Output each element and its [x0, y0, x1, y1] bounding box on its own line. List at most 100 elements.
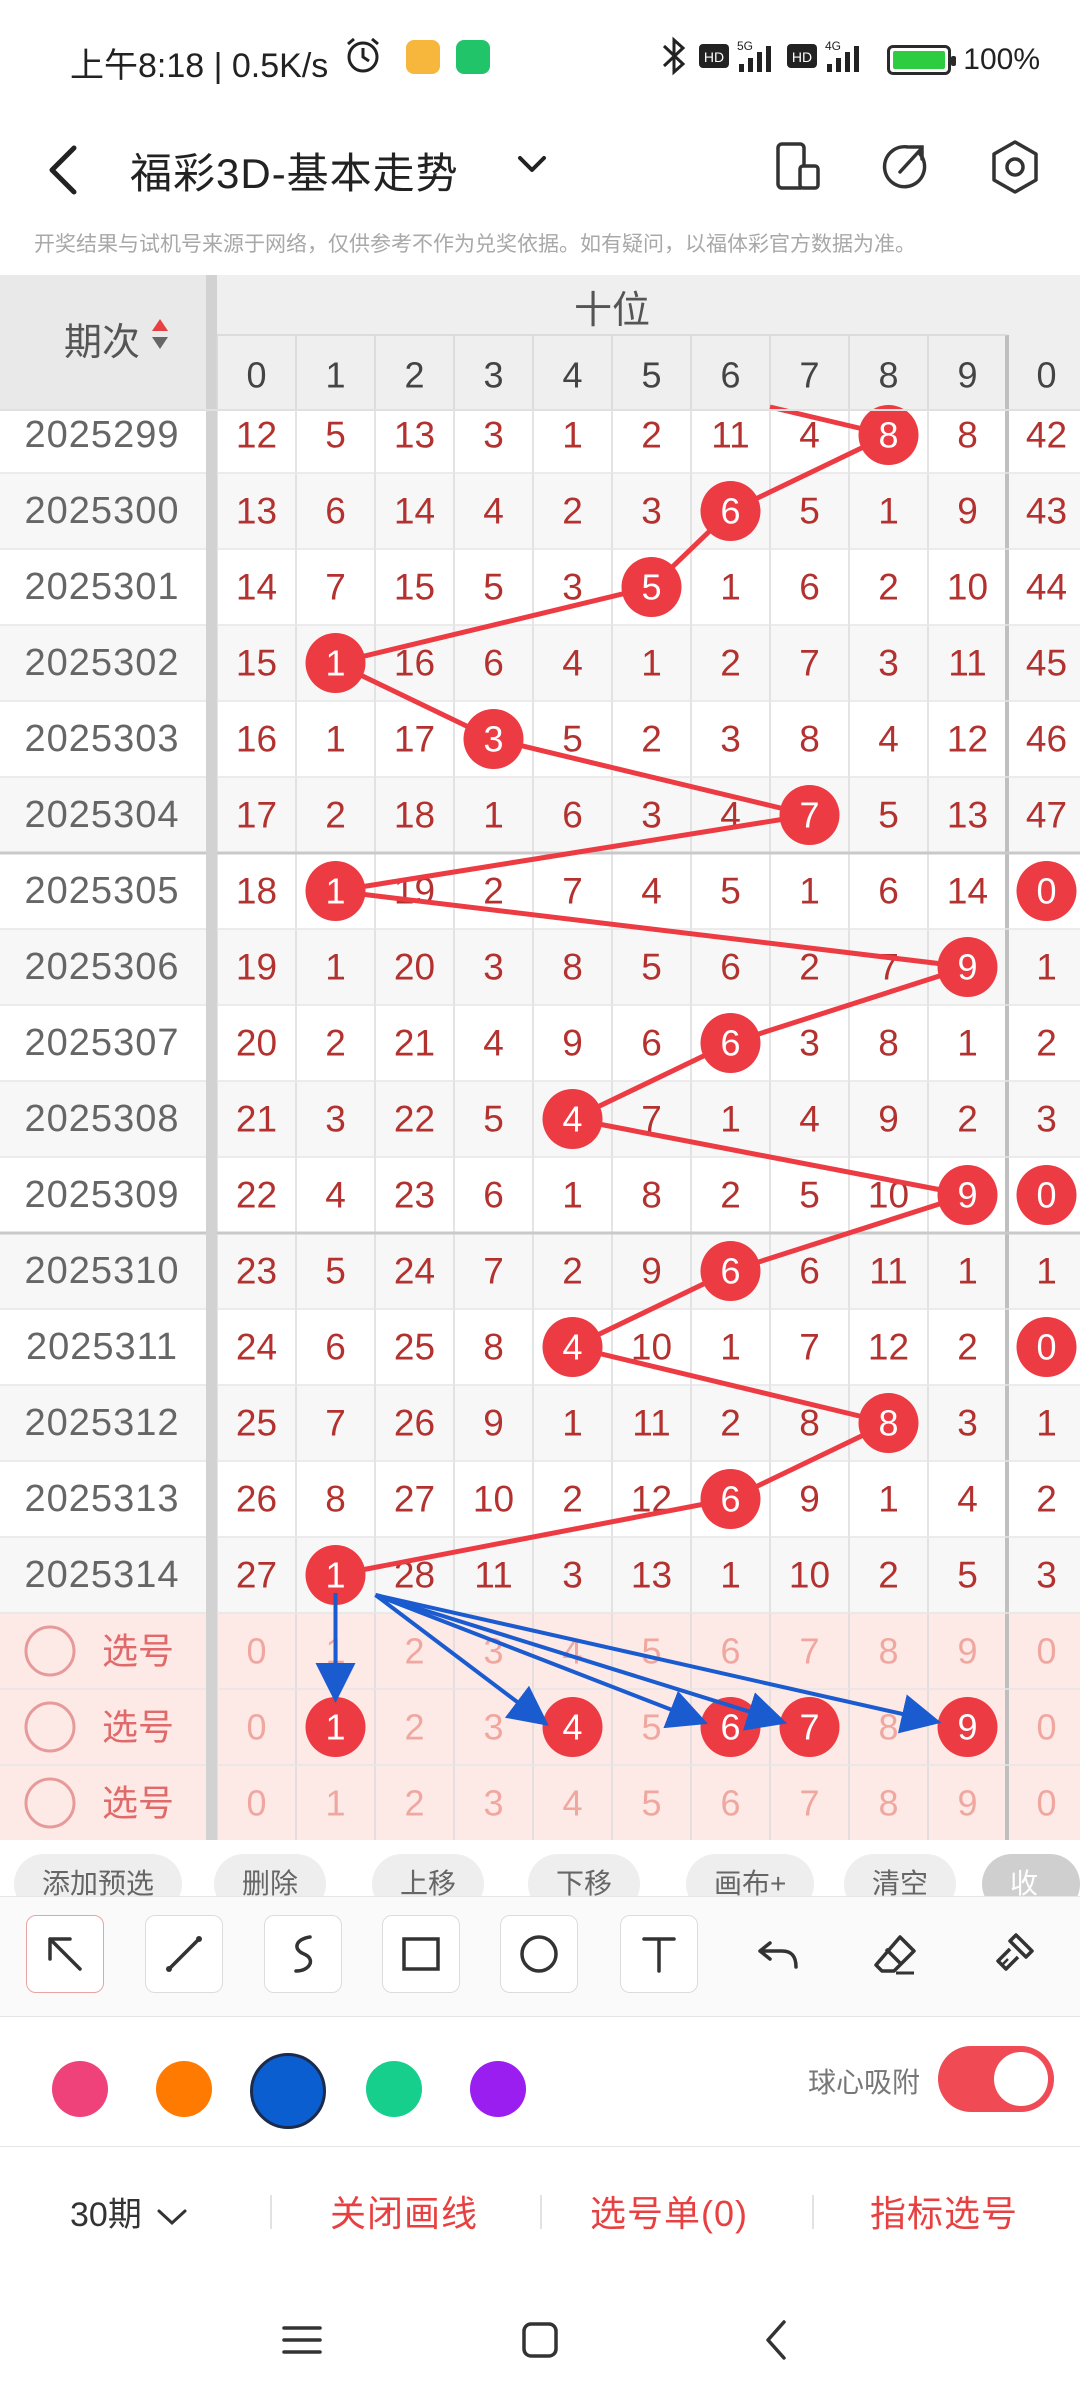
pick-ball[interactable]: 5	[641, 1783, 661, 1824]
pick-ball[interactable]: 1	[325, 1783, 345, 1824]
cell-value: 14	[947, 871, 988, 912]
color-swatch-green[interactable]	[366, 2061, 422, 2117]
freehand-icon[interactable]	[264, 1915, 342, 1993]
menu-icon[interactable]	[272, 2310, 332, 2370]
cell-value: 1	[878, 491, 899, 532]
line-icon[interactable]	[145, 1915, 223, 1993]
pick-ball[interactable]: 7	[799, 1783, 819, 1824]
period-label: 2025299	[25, 414, 180, 456]
chevron-left-icon[interactable]	[40, 142, 90, 198]
pick-ball[interactable]: 2	[404, 1783, 424, 1824]
hit-ball-label: 8	[878, 415, 898, 456]
divider	[812, 2195, 814, 2229]
pick-label[interactable]: 选号	[102, 1707, 174, 1748]
cell-value: 5	[483, 1099, 504, 1140]
cell-value: 1	[641, 643, 662, 684]
pick-ball[interactable]: 0	[246, 1707, 266, 1748]
period-header[interactable]: 期次	[64, 322, 140, 364]
add-preselect-button[interactable]: 添加预选	[14, 1854, 183, 1896]
cell-value: 4	[483, 1023, 504, 1064]
delete-button[interactable]: 删除	[214, 1854, 327, 1896]
pick-ball[interactable]: 5	[641, 1631, 661, 1672]
cell-value: 20	[236, 1023, 277, 1064]
move-up-button[interactable]: 上移	[372, 1854, 485, 1896]
cell-value: 19	[236, 947, 277, 988]
color-swatch-purple[interactable]	[470, 2061, 526, 2117]
cell-value: 11	[474, 1555, 512, 1596]
pick-ball[interactable]: 6	[720, 1631, 740, 1672]
pick-ball[interactable]: 7	[799, 1631, 819, 1672]
page-title[interactable]: 福彩3D-基本走势	[130, 140, 459, 201]
home-icon[interactable]	[510, 2310, 570, 2370]
pick-ball[interactable]: 0	[1036, 1783, 1056, 1824]
collapse-button[interactable]: 收起	[982, 1854, 1080, 1896]
pick-ball[interactable]: 2	[404, 1707, 424, 1748]
trend-grid[interactable]: 十位 0 1 2 3 4 5 6 7 8 9 0 期次 2025299 12 5 13 3 1 2 11 4 8 42 2025…	[0, 275, 1080, 1840]
cell-value: 9	[562, 1023, 583, 1064]
cell-value: 5	[957, 1555, 978, 1596]
device-switch-icon[interactable]	[762, 132, 832, 202]
cell-value: 2	[483, 871, 504, 912]
period-label: 2025306	[25, 946, 180, 988]
close-lines-button[interactable]: 关闭画线	[330, 2185, 478, 2237]
toggle-knob	[994, 2052, 1048, 2106]
pick-ball[interactable]: 4	[562, 1783, 582, 1824]
quick-action-bar: 添加预选 删除 上移 下移 画布+ 清空 收起	[0, 1840, 1080, 1896]
pick-ball[interactable]: 8	[878, 1783, 898, 1824]
pick-ball[interactable]: 9	[957, 1783, 977, 1824]
cell-value: 1	[1036, 1251, 1057, 1292]
eraser-icon[interactable]	[856, 1915, 934, 1993]
divider	[540, 2195, 542, 2229]
pick-ball[interactable]: 5	[641, 1707, 661, 1748]
period-label: 2025302	[25, 642, 180, 684]
pick-ball[interactable]: 3	[483, 1707, 503, 1748]
pick-ball[interactable]: 9	[957, 1631, 977, 1672]
canvas-plus-button[interactable]: 画布+	[686, 1854, 815, 1896]
share-icon[interactable]	[870, 132, 940, 202]
cell-value: 2	[720, 1175, 741, 1216]
color-swatch-orange[interactable]	[156, 2061, 212, 2117]
snap-toggle[interactable]	[938, 2046, 1054, 2112]
pick-label[interactable]: 选号	[102, 1631, 174, 1672]
cell-value: 4	[562, 643, 583, 684]
cell-value: 23	[394, 1175, 435, 1216]
pick-ball[interactable]: 2	[404, 1631, 424, 1672]
pick-ball[interactable]: 0	[1036, 1707, 1056, 1748]
cell-value: 26	[236, 1479, 277, 1520]
cell-value: 5	[325, 1251, 346, 1292]
pick-ball[interactable]: 6	[720, 1783, 740, 1824]
chevron-down-icon[interactable]	[514, 142, 550, 186]
cell-value: 1	[720, 1555, 741, 1596]
pick-label[interactable]: 选号	[102, 1783, 174, 1824]
rectangle-icon[interactable]	[382, 1915, 460, 1993]
select-arrow-icon[interactable]	[26, 1915, 104, 1993]
pick-ball[interactable]: 3	[483, 1783, 503, 1824]
cell-value: 7	[325, 567, 346, 608]
pick-ball[interactable]: 0	[1036, 1631, 1056, 1672]
circle-icon[interactable]	[500, 1915, 578, 1993]
pick-list-button[interactable]: 选号单(0)	[590, 2185, 748, 2237]
text-icon[interactable]	[620, 1915, 698, 1993]
pick-ball[interactable]: 0	[246, 1783, 266, 1824]
color-swatch-pink[interactable]	[52, 2061, 108, 2117]
cell-value: 9	[483, 1403, 504, 1444]
color-swatch-blue[interactable]	[250, 2053, 326, 2129]
trend-grid-canvas[interactable]: 十位0 1 2 3 4 5 6 7 8 9 0期次2025299 12 5 13 3 1 2 11 4 8 422025…	[0, 275, 1080, 1840]
pick-ball[interactable]: 0	[246, 1631, 266, 1672]
undo-icon[interactable]	[738, 1915, 816, 1993]
cell-value: 5	[325, 415, 346, 456]
pick-ball[interactable]: 8	[878, 1631, 898, 1672]
cell-value: 4	[878, 719, 899, 760]
indicator-pick-button[interactable]: 指标选号	[870, 2185, 1018, 2237]
cell-value: 8	[641, 1175, 662, 1216]
settings-icon[interactable]	[980, 132, 1050, 202]
cell-value: 7	[325, 1403, 346, 1444]
back-icon[interactable]	[748, 2310, 808, 2370]
cell-value: 20	[394, 947, 435, 988]
clear-brush-icon[interactable]	[974, 1915, 1052, 1993]
system-nav-bar	[0, 2270, 1080, 2400]
cell-value: 8	[957, 415, 978, 456]
period-select[interactable]: 30期	[70, 2187, 189, 2236]
move-down-button[interactable]: 下移	[528, 1854, 641, 1896]
clear-button[interactable]: 清空	[844, 1854, 957, 1896]
